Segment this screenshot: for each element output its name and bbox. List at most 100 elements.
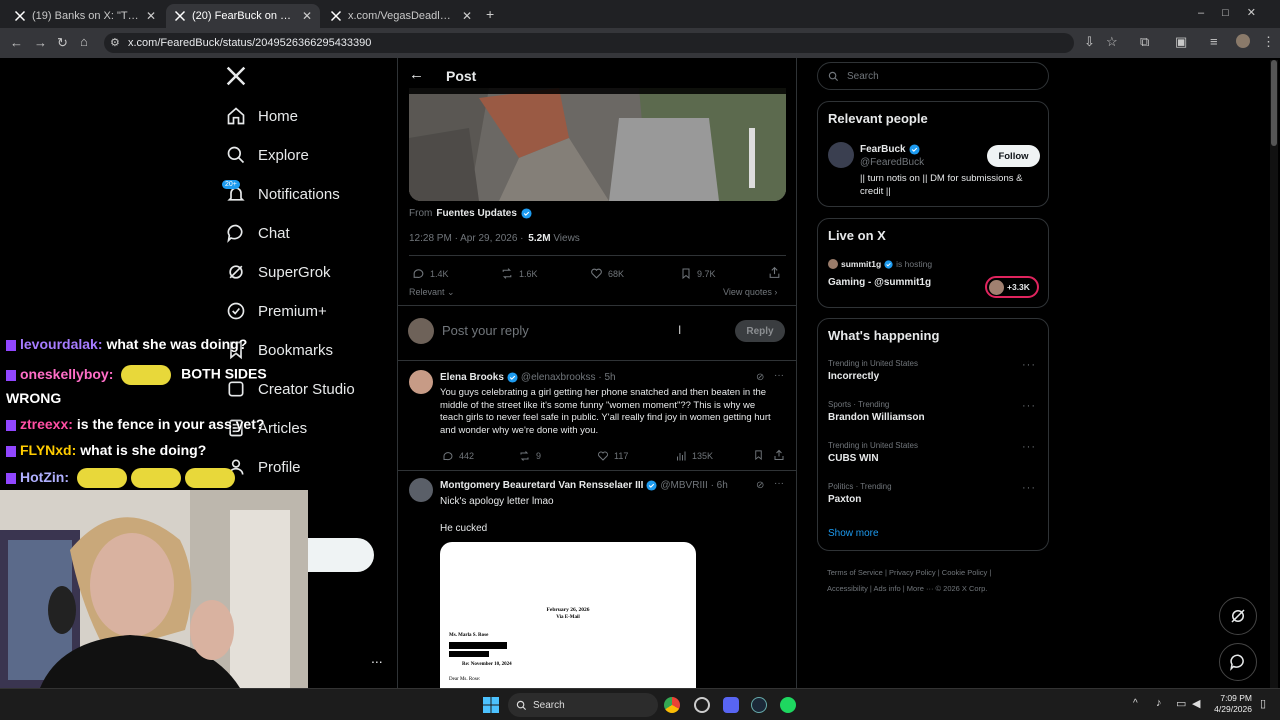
app-icon[interactable] bbox=[694, 697, 710, 713]
live-title[interactable]: Gaming - @summit1g bbox=[828, 277, 931, 288]
forward-icon[interactable]: → bbox=[34, 35, 47, 50]
grok-icon[interactable]: ⊘ bbox=[756, 372, 764, 383]
more-icon[interactable]: ··· bbox=[1022, 482, 1036, 494]
share-action[interactable] bbox=[768, 266, 786, 279]
repost-action[interactable]: 1.6K bbox=[500, 267, 538, 280]
sidebar-item-explore[interactable]: Explore bbox=[226, 145, 309, 165]
post-button[interactable] bbox=[308, 538, 374, 572]
avatar[interactable] bbox=[828, 142, 854, 168]
site-info-icon[interactable]: ⚙ bbox=[110, 36, 120, 49]
install-icon[interactable]: ⇩ bbox=[1084, 34, 1095, 50]
discord-icon[interactable] bbox=[723, 697, 739, 713]
close-tab-icon[interactable]: ✕ bbox=[302, 9, 312, 23]
sidebar-item-notifications[interactable]: 20+ Notifications bbox=[222, 180, 340, 204]
url-field[interactable]: ⚙ x.com/FearedBuck/status/20495263662954… bbox=[104, 33, 1074, 53]
sidebar-item-home[interactable]: Home bbox=[226, 106, 298, 126]
trend-item[interactable]: Politics · Trending Paxton ··· bbox=[818, 482, 1048, 518]
reply-button[interactable]: Reply bbox=[735, 320, 785, 342]
sidebar-item-profile[interactable]: Profile bbox=[226, 457, 301, 477]
footer-link[interactable]: Privacy Policy bbox=[889, 568, 936, 577]
window-controls[interactable]: –□✕ bbox=[1198, 6, 1274, 19]
person-handle[interactable]: @FearedBuck bbox=[860, 157, 924, 168]
author-name[interactable]: Montgomery Beauretard Van Rensselaer III bbox=[440, 480, 643, 491]
tray-expand-icon[interactable]: ^ bbox=[1133, 698, 1138, 709]
sort-dropdown[interactable]: Relevant ⌄ bbox=[409, 287, 455, 298]
author-handle[interactable]: @elenaxbrookss · 5h bbox=[521, 372, 616, 383]
browser-tab[interactable]: x.com/VegasDeadlock/status/2 ✕ bbox=[322, 4, 480, 28]
sidepanel-icon[interactable]: ▣ bbox=[1175, 34, 1187, 50]
browser-tab[interactable]: (19) Banks on X: "The truth abo ✕ bbox=[6, 4, 164, 28]
close-tab-icon[interactable]: ✕ bbox=[462, 9, 472, 23]
taskbar-search[interactable]: Search bbox=[508, 693, 658, 717]
new-tab-button[interactable]: + bbox=[486, 6, 494, 22]
bookmark-icon[interactable] bbox=[753, 449, 769, 461]
follow-button[interactable]: Follow bbox=[987, 145, 1040, 167]
messages-float-button[interactable] bbox=[1219, 643, 1257, 681]
microphone-icon[interactable]: ♪ bbox=[1156, 697, 1162, 709]
like-action[interactable]: 117 bbox=[597, 450, 628, 462]
reply-item[interactable]: Elena Brooks @elenaxbrookss · 5h ⊘ ··· Y… bbox=[398, 360, 796, 470]
live-listeners-badge[interactable]: +3.3K bbox=[985, 276, 1039, 298]
reload-icon[interactable]: ↻ bbox=[57, 35, 68, 51]
avatar[interactable] bbox=[409, 370, 433, 394]
author-name[interactable]: Elena Brooks bbox=[440, 372, 504, 383]
close-tab-icon[interactable]: ✕ bbox=[146, 9, 156, 23]
person-name[interactable]: FearBuck bbox=[860, 144, 906, 155]
share-icon[interactable] bbox=[773, 449, 790, 461]
grok-icon[interactable]: ⊘ bbox=[756, 480, 764, 491]
menu-icon[interactable]: ⋮ bbox=[1262, 34, 1275, 50]
more-options-icon[interactable]: ... bbox=[371, 650, 383, 666]
attached-letter-image[interactable]: February 26, 2026 Via E-Mail Ms. Marla S… bbox=[440, 542, 696, 688]
avatar[interactable] bbox=[409, 478, 433, 502]
source-account-link[interactable]: Fuentes Updates bbox=[436, 208, 517, 219]
more-icon[interactable]: ··· bbox=[1022, 400, 1036, 412]
like-action[interactable]: 68K bbox=[590, 267, 624, 280]
trend-item[interactable]: Trending in United States Incorrectly ··· bbox=[818, 359, 1048, 395]
steam-icon[interactable] bbox=[751, 697, 767, 713]
more-icon[interactable]: ··· bbox=[1022, 359, 1036, 371]
page-scrollbar[interactable] bbox=[1270, 60, 1278, 688]
spotify-icon[interactable] bbox=[780, 697, 796, 713]
extensions-icon[interactable]: ⧉ bbox=[1140, 34, 1149, 50]
profile-avatar[interactable] bbox=[1236, 34, 1250, 48]
view-quotes-link[interactable]: View quotes › bbox=[723, 287, 777, 297]
reply-item[interactable]: Montgomery Beauretard Van Rensselaer III… bbox=[398, 470, 796, 688]
footer-link[interactable]: Ads info bbox=[874, 584, 901, 593]
footer-link[interactable]: Cookie Policy bbox=[942, 568, 987, 577]
sidebar-item-supergrok[interactable]: SuperGrok bbox=[226, 262, 331, 282]
windows-start-icon[interactable] bbox=[483, 697, 499, 713]
trend-item[interactable]: Trending in United States CUBS WIN ··· bbox=[818, 441, 1048, 477]
footer-link[interactable]: More ··· bbox=[907, 584, 934, 593]
reply-action[interactable]: 442 bbox=[442, 450, 474, 462]
notification-center-icon[interactable]: ▯ bbox=[1260, 697, 1266, 710]
footer-link[interactable]: Terms of Service bbox=[827, 568, 883, 577]
taskbar-clock[interactable]: 7:09 PM 4/29/2026 bbox=[1210, 693, 1252, 715]
bookmark-action[interactable]: 9.7K bbox=[680, 267, 716, 280]
x-logo[interactable] bbox=[226, 66, 246, 86]
show-more-link[interactable]: Show more bbox=[828, 528, 879, 539]
network-icon[interactable]: ▭ bbox=[1176, 697, 1186, 710]
more-icon[interactable]: ··· bbox=[1022, 441, 1036, 453]
chrome-icon[interactable] bbox=[664, 697, 680, 713]
home-page-icon[interactable]: ⌂ bbox=[80, 34, 88, 49]
footer-link[interactable]: Accessibility bbox=[827, 584, 868, 593]
repost-action[interactable]: 9 bbox=[518, 450, 541, 462]
more-icon[interactable]: ··· bbox=[774, 478, 784, 489]
star-icon[interactable]: ☆ bbox=[1106, 34, 1118, 50]
scrollbar-thumb[interactable] bbox=[1271, 60, 1277, 146]
back-icon[interactable]: ← bbox=[10, 35, 23, 50]
reply-action[interactable]: 1.4K bbox=[412, 267, 449, 280]
views-action[interactable]: 135K bbox=[675, 450, 713, 462]
grok-float-button[interactable] bbox=[1219, 597, 1257, 635]
sidebar-item-premium[interactable]: Premium+ bbox=[226, 301, 327, 321]
live-host-row[interactable]: summit1g is hosting bbox=[828, 259, 932, 269]
post-video[interactable] bbox=[409, 88, 786, 201]
search-input[interactable]: Search bbox=[817, 62, 1049, 90]
volume-icon[interactable]: ◀ bbox=[1192, 697, 1200, 710]
post-time[interactable]: 12:28 PM · Apr 29, 2026 · bbox=[409, 233, 524, 244]
browser-tab-active[interactable]: (20) FearBuck on X: "Footag ✕ bbox=[166, 4, 320, 28]
author-handle[interactable]: @MBVRIII · 6h bbox=[660, 480, 727, 491]
back-arrow-icon[interactable]: ← bbox=[409, 66, 424, 83]
more-icon[interactable]: ··· bbox=[774, 370, 784, 381]
sidebar-item-chat[interactable]: Chat bbox=[226, 223, 290, 243]
